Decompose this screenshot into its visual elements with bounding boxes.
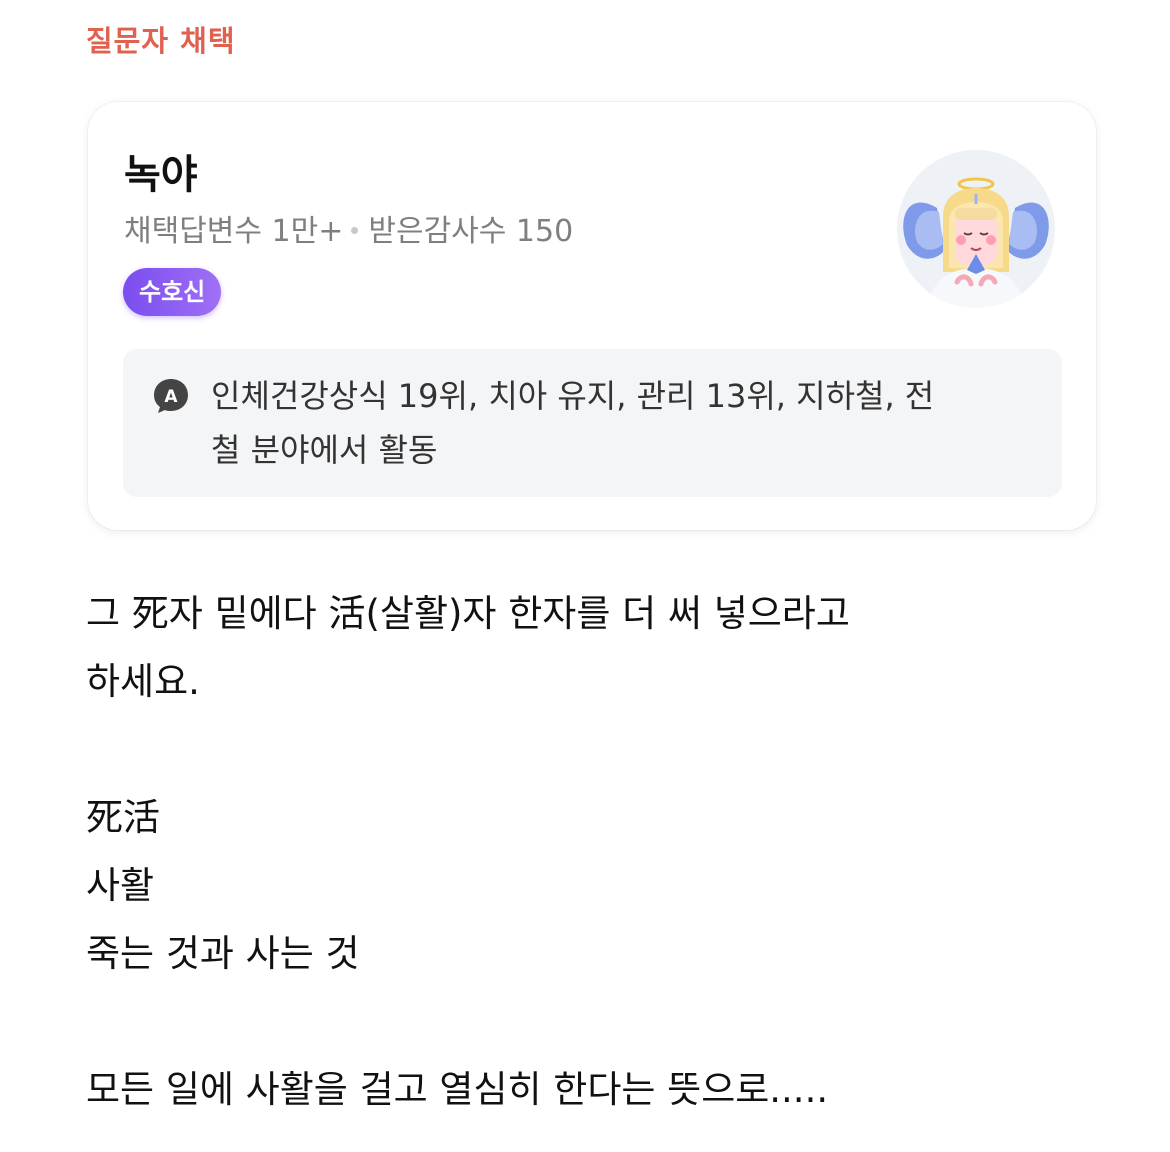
selected-by-asker-label: 질문자 채택 <box>86 24 236 58</box>
activity-fields-text: 인체건강상식 19위, 치아 유지, 관리 13위, 지하철, 전 철 분야에서… <box>211 369 991 477</box>
angel-avatar-icon[interactable] <box>897 150 1055 308</box>
a-badge-icon: A <box>154 379 188 413</box>
answer-line: 사활 <box>86 864 155 907</box>
answer-line: 모든 일에 사활을 걸고 열심히 한다는 뜻으로..... <box>86 1068 829 1111</box>
answerer-name[interactable]: 녹야 <box>124 142 198 200</box>
grade-badge: 수호신 <box>123 268 222 316</box>
svg-text:A: A <box>164 387 178 407</box>
adopted-answers-count: 채택답변수 1만+ <box>124 214 344 249</box>
answer-line: 死活 <box>86 796 160 839</box>
answer-line: 죽는 것과 사는 것 <box>86 932 360 975</box>
answerer-stats: 채택답변수 1만+ 받은감사수 150 <box>124 206 573 250</box>
answer-blank-line <box>86 988 1086 1056</box>
received-thanks-count: 받은감사수 150 <box>368 214 574 249</box>
answer-line: 하세요. <box>86 660 200 703</box>
activity-line-2: 철 분야에서 활동 <box>211 431 438 469</box>
answer-body: 그 死자 밑에다 活(살활)자 한자를 더 써 넣으라고 하세요. 死活 사활 … <box>86 580 1086 1124</box>
answerer-profile-card[interactable]: 녹야 채택답변수 1만+ 받은감사수 150 수호신 A 인체건강상식 19위,… <box>88 102 1096 530</box>
separator-dot <box>351 227 359 234</box>
answer-blank-line <box>86 716 1086 784</box>
activity-fields-panel: A 인체건강상식 19위, 치아 유지, 관리 13위, 지하철, 전 철 분야… <box>123 349 1062 497</box>
answer-line: 그 死자 밑에다 活(살활)자 한자를 더 써 넣으라고 <box>86 592 850 635</box>
activity-line-1: 인체건강상식 19위, 치아 유지, 관리 13위, 지하철, 전 <box>211 377 935 415</box>
